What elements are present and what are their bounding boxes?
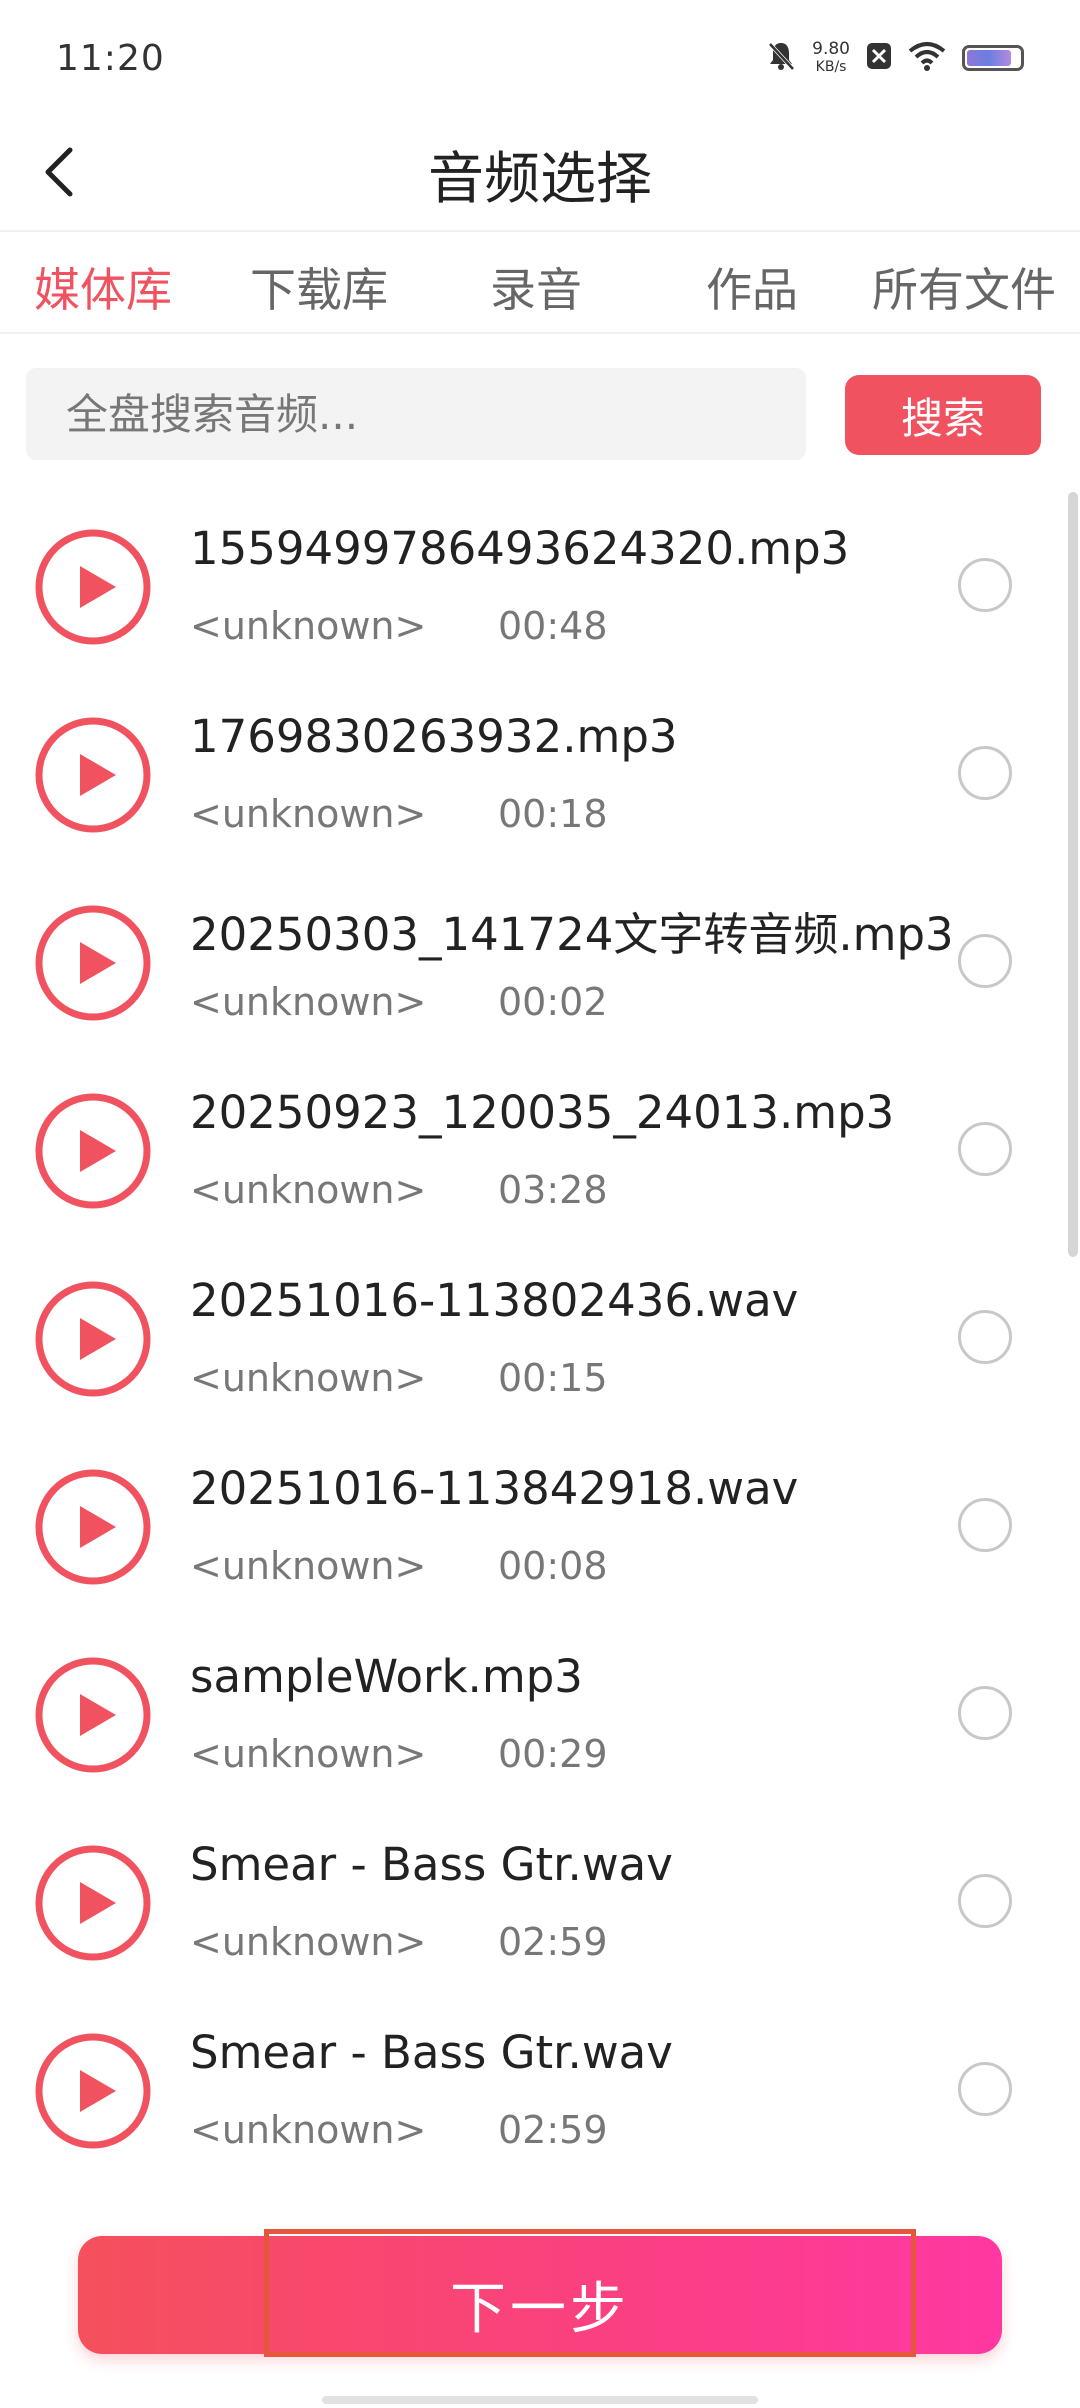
list-item[interactable]: 1559499786493624320.mp3 <unknown> 00:48: [0, 492, 1060, 680]
file-duration: 00:48: [498, 604, 608, 648]
file-artist: <unknown>: [190, 1356, 427, 1400]
file-artist: <unknown>: [190, 1168, 427, 1212]
file-duration: 03:28: [498, 1168, 608, 1212]
file-artist: <unknown>: [190, 1544, 427, 1588]
bell-muted-icon: [766, 40, 796, 76]
list-scrollbar[interactable]: [1068, 492, 1078, 1257]
wifi-icon: [908, 41, 946, 75]
play-icon[interactable]: [34, 1280, 152, 1398]
select-radio[interactable]: [958, 2062, 1012, 2116]
search-box: [26, 368, 806, 460]
select-radio[interactable]: [958, 1498, 1012, 1552]
tab-downloads[interactable]: 下载库: [250, 254, 388, 320]
tab-media-library[interactable]: 媒体库: [34, 254, 172, 320]
net-speed-unit: KB/s: [815, 59, 847, 75]
file-name: 20251016-113802436.wav: [190, 1274, 799, 1327]
list-item[interactable]: 20251016-113842918.wav <unknown> 00:08: [0, 1432, 1060, 1620]
select-radio[interactable]: [958, 1122, 1012, 1176]
status-icons: 9.80 KB/s: [766, 40, 1024, 76]
app-notification-icon: [866, 42, 892, 74]
file-name: 1559499786493624320.mp3: [190, 522, 850, 575]
search-button[interactable]: 搜索: [845, 375, 1041, 455]
file-duration: 00:02: [498, 980, 608, 1024]
list-item[interactable]: Smear - Bass Gtr.wav <unknown> 02:59: [0, 1996, 1060, 2184]
file-name: sampleWork.mp3: [190, 1650, 583, 1703]
select-radio[interactable]: [958, 934, 1012, 988]
file-name: 1769830263932.mp3: [190, 710, 678, 763]
play-icon[interactable]: [34, 1092, 152, 1210]
list-item[interactable]: Smear - Bass Gtr.wav <unknown> 02:59: [0, 1808, 1060, 1996]
list-item[interactable]: 1769830263932.mp3 <unknown> 00:18: [0, 680, 1060, 868]
file-name: 20250923_120035_24013.mp3: [190, 1086, 895, 1139]
play-icon[interactable]: [34, 528, 152, 646]
file-duration: 00:18: [498, 792, 608, 836]
status-time: 11:20: [56, 38, 165, 79]
select-radio[interactable]: [958, 558, 1012, 612]
play-icon[interactable]: [34, 1468, 152, 1586]
network-speed: 9.80 KB/s: [812, 40, 850, 76]
file-artist: <unknown>: [190, 1920, 427, 1964]
file-name: Smear - Bass Gtr.wav: [190, 1838, 673, 1891]
list-item[interactable]: 20250303_141724文字转音频.mp3 <unknown> 00:02: [0, 868, 1060, 1056]
file-name: 20251016-113842918.wav: [190, 1462, 799, 1515]
tab-bar: 媒体库 下载库 录音 作品 所有文件: [0, 230, 1080, 334]
list-item[interactable]: 20250923_120035_24013.mp3 <unknown> 03:28: [0, 1056, 1060, 1244]
next-step-label: 下一步: [450, 2277, 630, 2342]
tab-all-files[interactable]: 所有文件: [872, 254, 1056, 320]
list-item[interactable]: sampleWork.mp3 <unknown> 00:29: [0, 1620, 1060, 1808]
file-duration: 00:08: [498, 1544, 608, 1588]
file-artist: <unknown>: [190, 1732, 427, 1776]
search-input[interactable]: [26, 368, 806, 460]
page-title: 音频选择: [428, 147, 652, 212]
home-indicator: [322, 2396, 758, 2404]
file-duration: 02:59: [498, 2108, 608, 2152]
select-radio[interactable]: [958, 1310, 1012, 1364]
file-duration: 02:59: [498, 1920, 608, 1964]
select-radio[interactable]: [958, 1874, 1012, 1928]
file-name: Smear - Bass Gtr.wav: [190, 2026, 673, 2079]
file-artist: <unknown>: [190, 604, 427, 648]
select-radio[interactable]: [958, 1686, 1012, 1740]
status-bar: 11:20 9.80 KB/s: [0, 0, 1080, 120]
play-icon[interactable]: [34, 2032, 152, 2150]
file-duration: 00:15: [498, 1356, 608, 1400]
net-speed-value: 9.80: [812, 39, 850, 59]
file-artist: <unknown>: [190, 980, 427, 1024]
battery-icon: [962, 45, 1024, 71]
next-step-button[interactable]: 下一步: [78, 2236, 1002, 2354]
list-item[interactable]: 20251016-113802436.wav <unknown> 00:15: [0, 1244, 1060, 1432]
play-icon[interactable]: [34, 1844, 152, 1962]
file-duration: 00:29: [498, 1732, 608, 1776]
select-radio[interactable]: [958, 746, 1012, 800]
file-artist: <unknown>: [190, 792, 427, 836]
file-artist: <unknown>: [190, 2108, 427, 2152]
tab-recordings[interactable]: 录音: [490, 254, 582, 320]
tab-works[interactable]: 作品: [706, 254, 798, 320]
play-icon[interactable]: [34, 716, 152, 834]
battery-level: [967, 50, 1012, 66]
file-name: 20250303_141724文字转音频.mp3: [190, 908, 954, 961]
play-icon[interactable]: [34, 1656, 152, 1774]
header: 音频选择: [0, 120, 1080, 230]
play-icon[interactable]: [34, 904, 152, 1022]
